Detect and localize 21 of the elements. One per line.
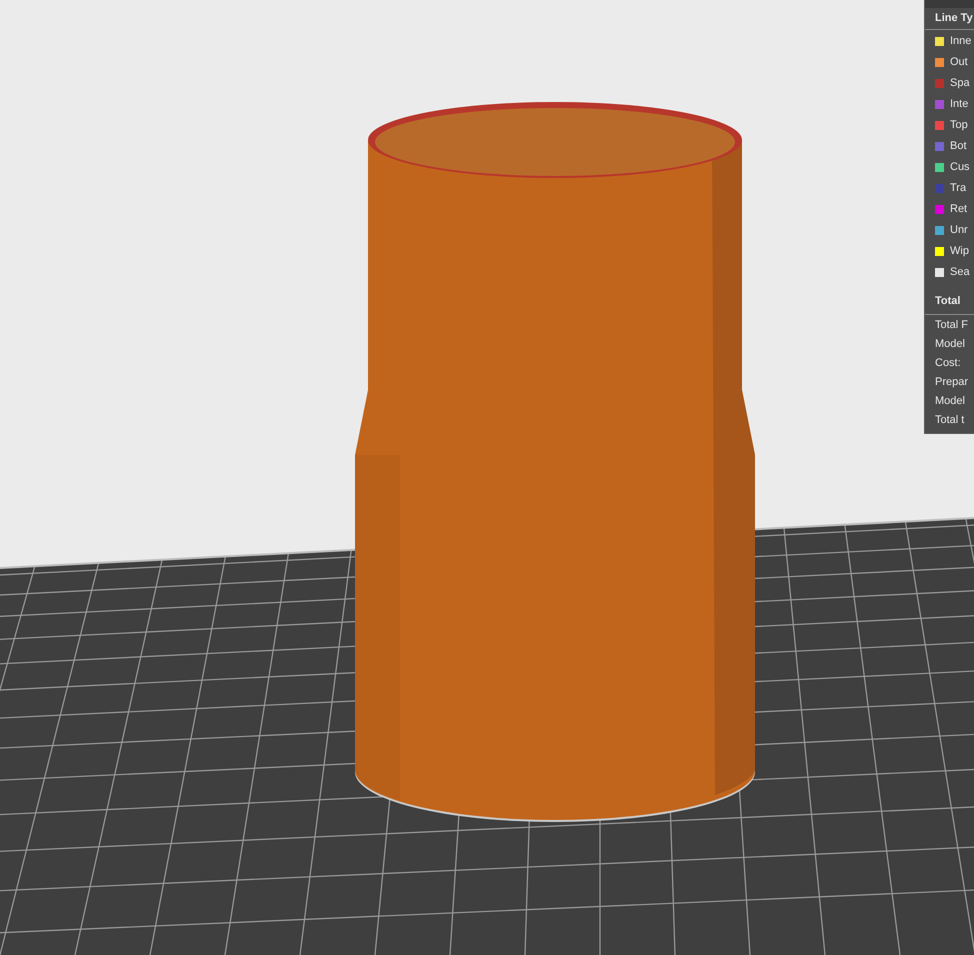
summary-label: Prepar: [935, 375, 968, 390]
legend-label: Cus: [950, 160, 970, 176]
legend-label: Bot: [950, 139, 967, 154]
summary-label: Model: [935, 394, 965, 410]
summary-label: Total F: [935, 318, 968, 334]
legend-label: Ret: [950, 202, 968, 218]
legend-label: Spa: [950, 76, 970, 92]
panel-top-strip: [925, 0, 974, 8]
summary-label: Total t: [935, 413, 964, 428]
legend-label: Unr: [950, 223, 968, 238]
legend-label: Sea: [950, 265, 970, 280]
summary-label: Model: [935, 337, 965, 352]
legend-label: Inte: [950, 97, 968, 112]
legend-title: Line Ty: [935, 11, 973, 26]
legend-label: Tra: [950, 181, 966, 196]
legend-label: Wip: [950, 244, 969, 260]
summary-title: Total: [935, 294, 960, 310]
legend-label: Top: [950, 118, 968, 134]
summary-label: Cost:: [935, 356, 961, 372]
legend-label: Inne: [950, 34, 972, 50]
legend-label: Out: [950, 55, 968, 70]
